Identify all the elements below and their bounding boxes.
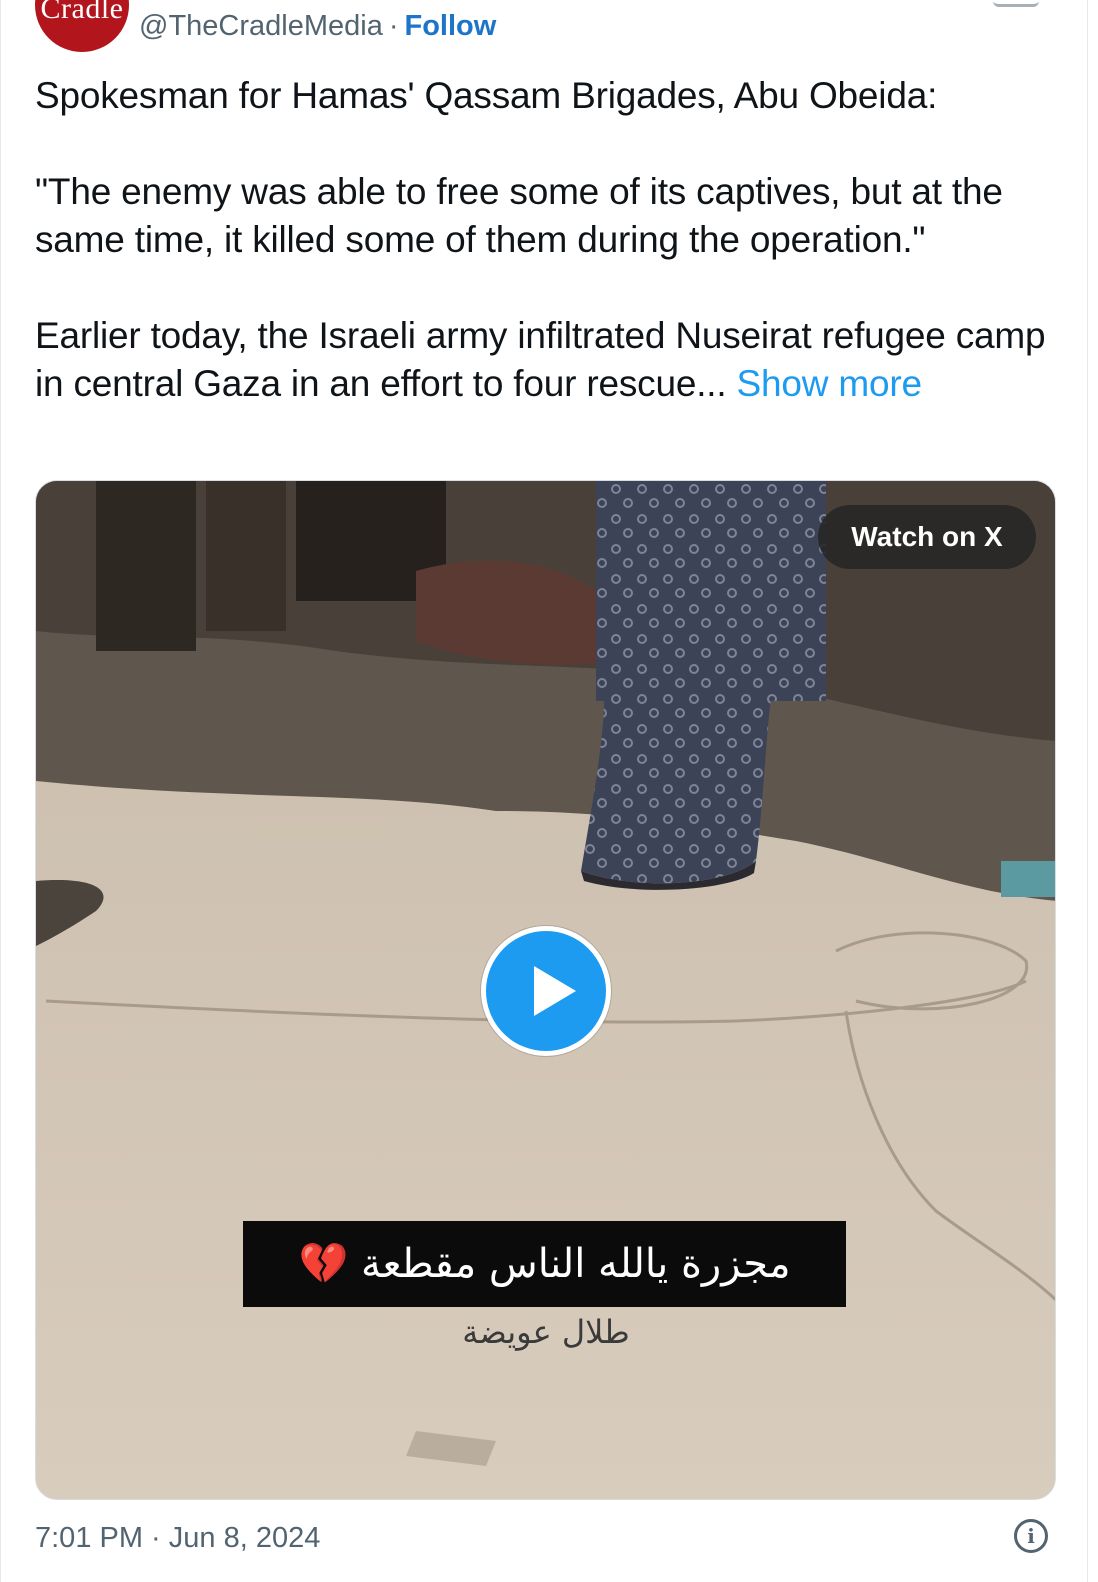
video-player[interactable]: Watch on X مجزرة يالله الناس مقطعة 💔 طلا…: [35, 480, 1056, 1500]
video-caption: مجزرة يالله الناس مقطعة 💔: [243, 1221, 846, 1307]
post-line-1: Spokesman for Hamas' Qassam Brigades, Ab…: [35, 75, 938, 116]
tweet-card: Cradle @TheCradleMedia · Follow Spokesman …: [0, 0, 1088, 1582]
info-icon[interactable]: i: [1014, 1519, 1048, 1553]
watch-on-x-button[interactable]: Watch on X: [818, 505, 1036, 569]
author-handle[interactable]: @TheCradleMedia: [139, 10, 383, 42]
avatar-logo-text: Cradle: [40, 0, 124, 25]
play-button[interactable]: [481, 926, 611, 1056]
avatar[interactable]: Cradle: [35, 0, 129, 52]
separator-dot: ·: [388, 10, 399, 42]
post-text: Spokesman for Hamas' Qassam Brigades, Ab…: [35, 72, 1065, 408]
post-timestamp[interactable]: 7:01 PM · Jun 8, 2024: [35, 1518, 320, 1558]
caption-text: مجزرة يالله الناس مقطعة: [361, 1241, 791, 1287]
author-row: @TheCradleMedia · Follow: [139, 8, 496, 44]
show-more-link[interactable]: Show more: [737, 363, 923, 404]
follow-button[interactable]: Follow: [405, 10, 497, 42]
play-icon: [534, 966, 576, 1016]
post-body: Earlier today, the Israeli army infiltra…: [35, 312, 1065, 408]
post-quote: "The enemy was able to free some of its …: [35, 171, 1003, 260]
video-sub-caption: طلال عويضة: [462, 1313, 630, 1351]
broken-heart-icon: 💔: [298, 1241, 349, 1287]
more-options-icon[interactable]: [993, 0, 1039, 7]
